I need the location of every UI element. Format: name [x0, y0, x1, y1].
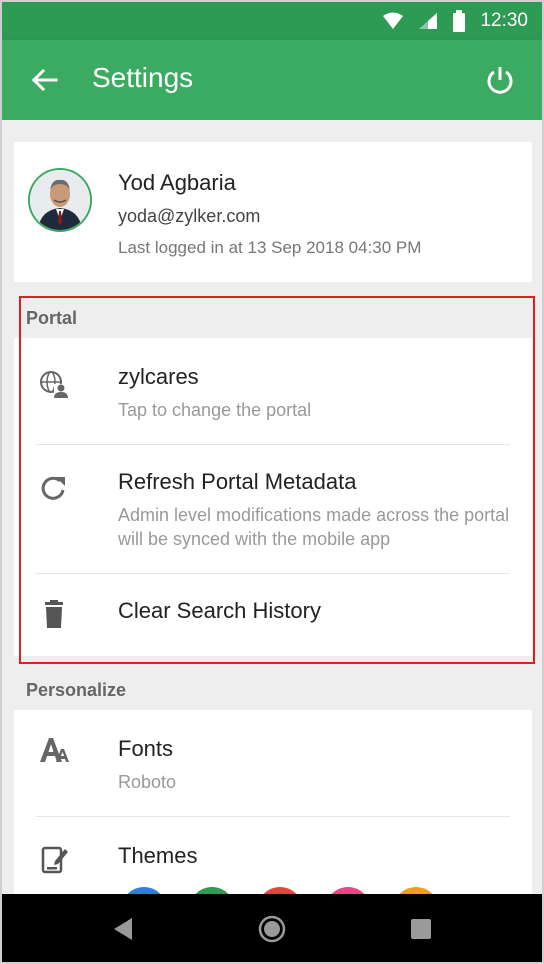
settings-content[interactable]: Yod Agbaria yoda@zylker.com Last logged … [2, 120, 542, 894]
status-time: 12:30 [480, 10, 528, 31]
app-bar: Settings [2, 40, 542, 120]
portal-card: zylcares Tap to change the portal Refres… [14, 338, 532, 656]
globe-user-icon [40, 371, 68, 398]
avatar [28, 168, 92, 232]
themes-item[interactable]: Themes [14, 817, 532, 894]
profile-card[interactable]: Yod Agbaria yoda@zylker.com Last logged … [14, 142, 532, 282]
theme-swatch-blue[interactable] [121, 887, 167, 894]
profile-name: Yod Agbaria [118, 170, 236, 195]
arrow-left-icon[interactable] [28, 64, 60, 96]
theme-edit-icon [41, 846, 68, 874]
system-navigation-bar [2, 894, 542, 962]
last-login-text: Last logged in at 13 Sep 2018 04:30 PM [118, 238, 422, 257]
fonts-label: Fonts [118, 736, 174, 761]
clear-search-history-label: Clear Search History [118, 598, 321, 623]
clear-search-history-item[interactable]: Clear Search History [14, 574, 532, 656]
power-icon[interactable] [484, 64, 516, 96]
refresh-metadata-description: Admin level modifications made across th… [118, 505, 510, 549]
font-size-icon [40, 738, 69, 762]
profile-email: yoda@zylker.com [118, 206, 261, 226]
wifi-icon [383, 12, 404, 29]
theme-swatch-red[interactable] [257, 887, 303, 894]
battery-icon [453, 10, 466, 32]
section-header-portal: Portal [26, 308, 78, 328]
portal-item-zylcares[interactable]: zylcares Tap to change the portal [14, 338, 532, 444]
theme-swatch-pink[interactable] [325, 887, 371, 894]
fonts-value: Roboto [118, 772, 177, 792]
nav-recents-icon[interactable] [406, 914, 436, 944]
themes-label: Themes [118, 843, 198, 868]
personalize-card: Fonts Roboto Themes [14, 710, 532, 894]
section-header-personalize: Personalize [26, 680, 127, 700]
screen: 12:30 Settings Yod Agbaria yoda@zylker.c… [0, 0, 544, 964]
nav-home-icon[interactable] [257, 914, 287, 944]
refresh-icon [41, 476, 65, 500]
fonts-item[interactable]: Fonts Roboto [14, 710, 532, 816]
page-title: Settings [92, 62, 194, 93]
nav-back-icon[interactable] [108, 914, 138, 944]
portal-change-hint: Tap to change the portal [118, 400, 312, 420]
refresh-portal-metadata-item[interactable]: Refresh Portal Metadata Admin level modi… [14, 445, 532, 573]
status-bar: 12:30 [2, 2, 542, 40]
theme-swatch-green[interactable] [189, 887, 235, 894]
portal-name-label: zylcares [118, 364, 199, 389]
trash-icon [45, 600, 63, 628]
signal-icon [419, 13, 438, 29]
theme-swatch-orange[interactable] [393, 887, 439, 894]
refresh-metadata-label: Refresh Portal Metadata [118, 469, 357, 494]
